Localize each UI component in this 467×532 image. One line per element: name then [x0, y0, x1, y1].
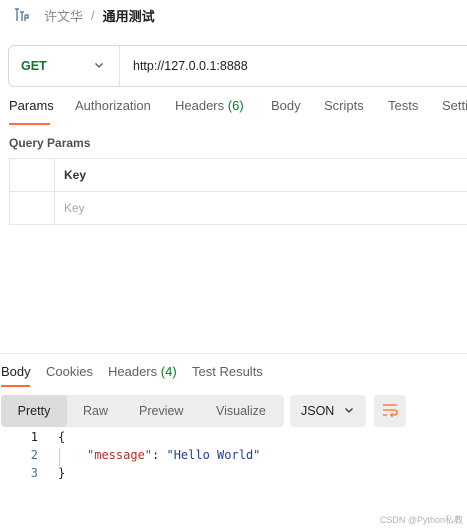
line-number: 2 [30, 448, 38, 462]
tab-response-body[interactable]: Body [1, 364, 31, 379]
json-value: "Hello World" [166, 448, 261, 462]
tab-label: Scripts [324, 98, 364, 113]
tab-label: Body [271, 98, 301, 113]
tab-label: Headers [175, 98, 225, 113]
tab-label: Setti [442, 98, 467, 113]
tab-test-results[interactable]: Test Results [192, 364, 263, 379]
json-open-brace: { [58, 430, 66, 444]
line-number: 3 [30, 466, 38, 480]
visualize-button[interactable]: Visualize [216, 395, 266, 427]
code-line: 1 { [0, 430, 467, 448]
format-label: JSON [301, 404, 335, 418]
chevron-down-icon [343, 404, 355, 419]
preview-button[interactable]: Preview [139, 395, 183, 427]
indent-guide [59, 448, 60, 466]
format-select[interactable]: JSON [290, 395, 366, 427]
active-tab-indicator [1, 385, 30, 387]
json-colon: : [152, 448, 167, 462]
query-params-table: Key Key [9, 158, 467, 225]
tab-body[interactable]: Body [271, 98, 301, 113]
tab-label: Tests [388, 98, 419, 113]
breadcrumb: 许文华 / 通用测试 [12, 4, 155, 26]
code-line: 3 } [0, 466, 467, 484]
column-divider [54, 159, 55, 191]
breadcrumb-parent[interactable]: 许文华 [44, 6, 83, 25]
json-close-brace: } [58, 466, 66, 480]
view-mode-group: Pretty Raw Preview Visualize [1, 395, 284, 427]
json-key: "message" [87, 448, 153, 462]
active-tab-indicator [9, 123, 50, 125]
method-select[interactable]: GET [9, 46, 120, 86]
watermark: CSDN @Python私教 [379, 515, 463, 525]
breadcrumb-current[interactable]: 通用测试 [103, 6, 155, 25]
pane-divider[interactable] [0, 353, 467, 354]
raw-button[interactable]: Raw [83, 395, 108, 427]
tab-label: Headers [108, 364, 158, 379]
pretty-button[interactable]: Pretty [1, 395, 67, 427]
tab-label: Params [9, 98, 54, 113]
tab-tests[interactable]: Tests [388, 98, 418, 113]
line-number: 1 [30, 430, 38, 444]
tab-label: Test Results [192, 364, 263, 379]
tab-scripts[interactable]: Scripts [324, 98, 364, 113]
table-row: Key [10, 192, 467, 225]
tab-cookies[interactable]: Cookies [46, 364, 93, 379]
tab-authorization[interactable]: Authorization [75, 98, 151, 113]
tab-label: Authorization [75, 98, 151, 113]
column-divider [54, 192, 55, 225]
query-params-title: Query Params [9, 136, 91, 150]
column-header-key: Key [64, 168, 87, 182]
wrap-lines-button[interactable] [374, 395, 406, 427]
headers-count-badge: (4) [160, 364, 177, 379]
method-label: GET [21, 59, 47, 73]
headers-count-badge: (6) [227, 98, 244, 113]
json-entry: "message": "Hello World" [87, 448, 260, 462]
table-header-row: Key [10, 159, 467, 192]
code-line: 2 "message": "Hello World" [0, 448, 467, 466]
tab-headers[interactable]: Headers (6) [175, 98, 244, 113]
chevron-down-icon [93, 59, 105, 74]
wrap-lines-icon [382, 403, 398, 420]
key-input[interactable]: Key [64, 201, 85, 215]
url-input[interactable]: http://127.0.0.1:8888 [120, 59, 248, 73]
tab-label: Body [1, 364, 31, 379]
tab-response-headers[interactable]: Headers (4) [108, 364, 177, 379]
request-bar: GET http://127.0.0.1:8888 [8, 45, 467, 87]
tab-settings[interactable]: Setti [442, 98, 467, 113]
breadcrumb-separator: / [91, 7, 95, 23]
tab-params[interactable]: Params [9, 98, 54, 113]
http-request-icon [12, 5, 32, 25]
tab-label: Cookies [46, 364, 93, 379]
